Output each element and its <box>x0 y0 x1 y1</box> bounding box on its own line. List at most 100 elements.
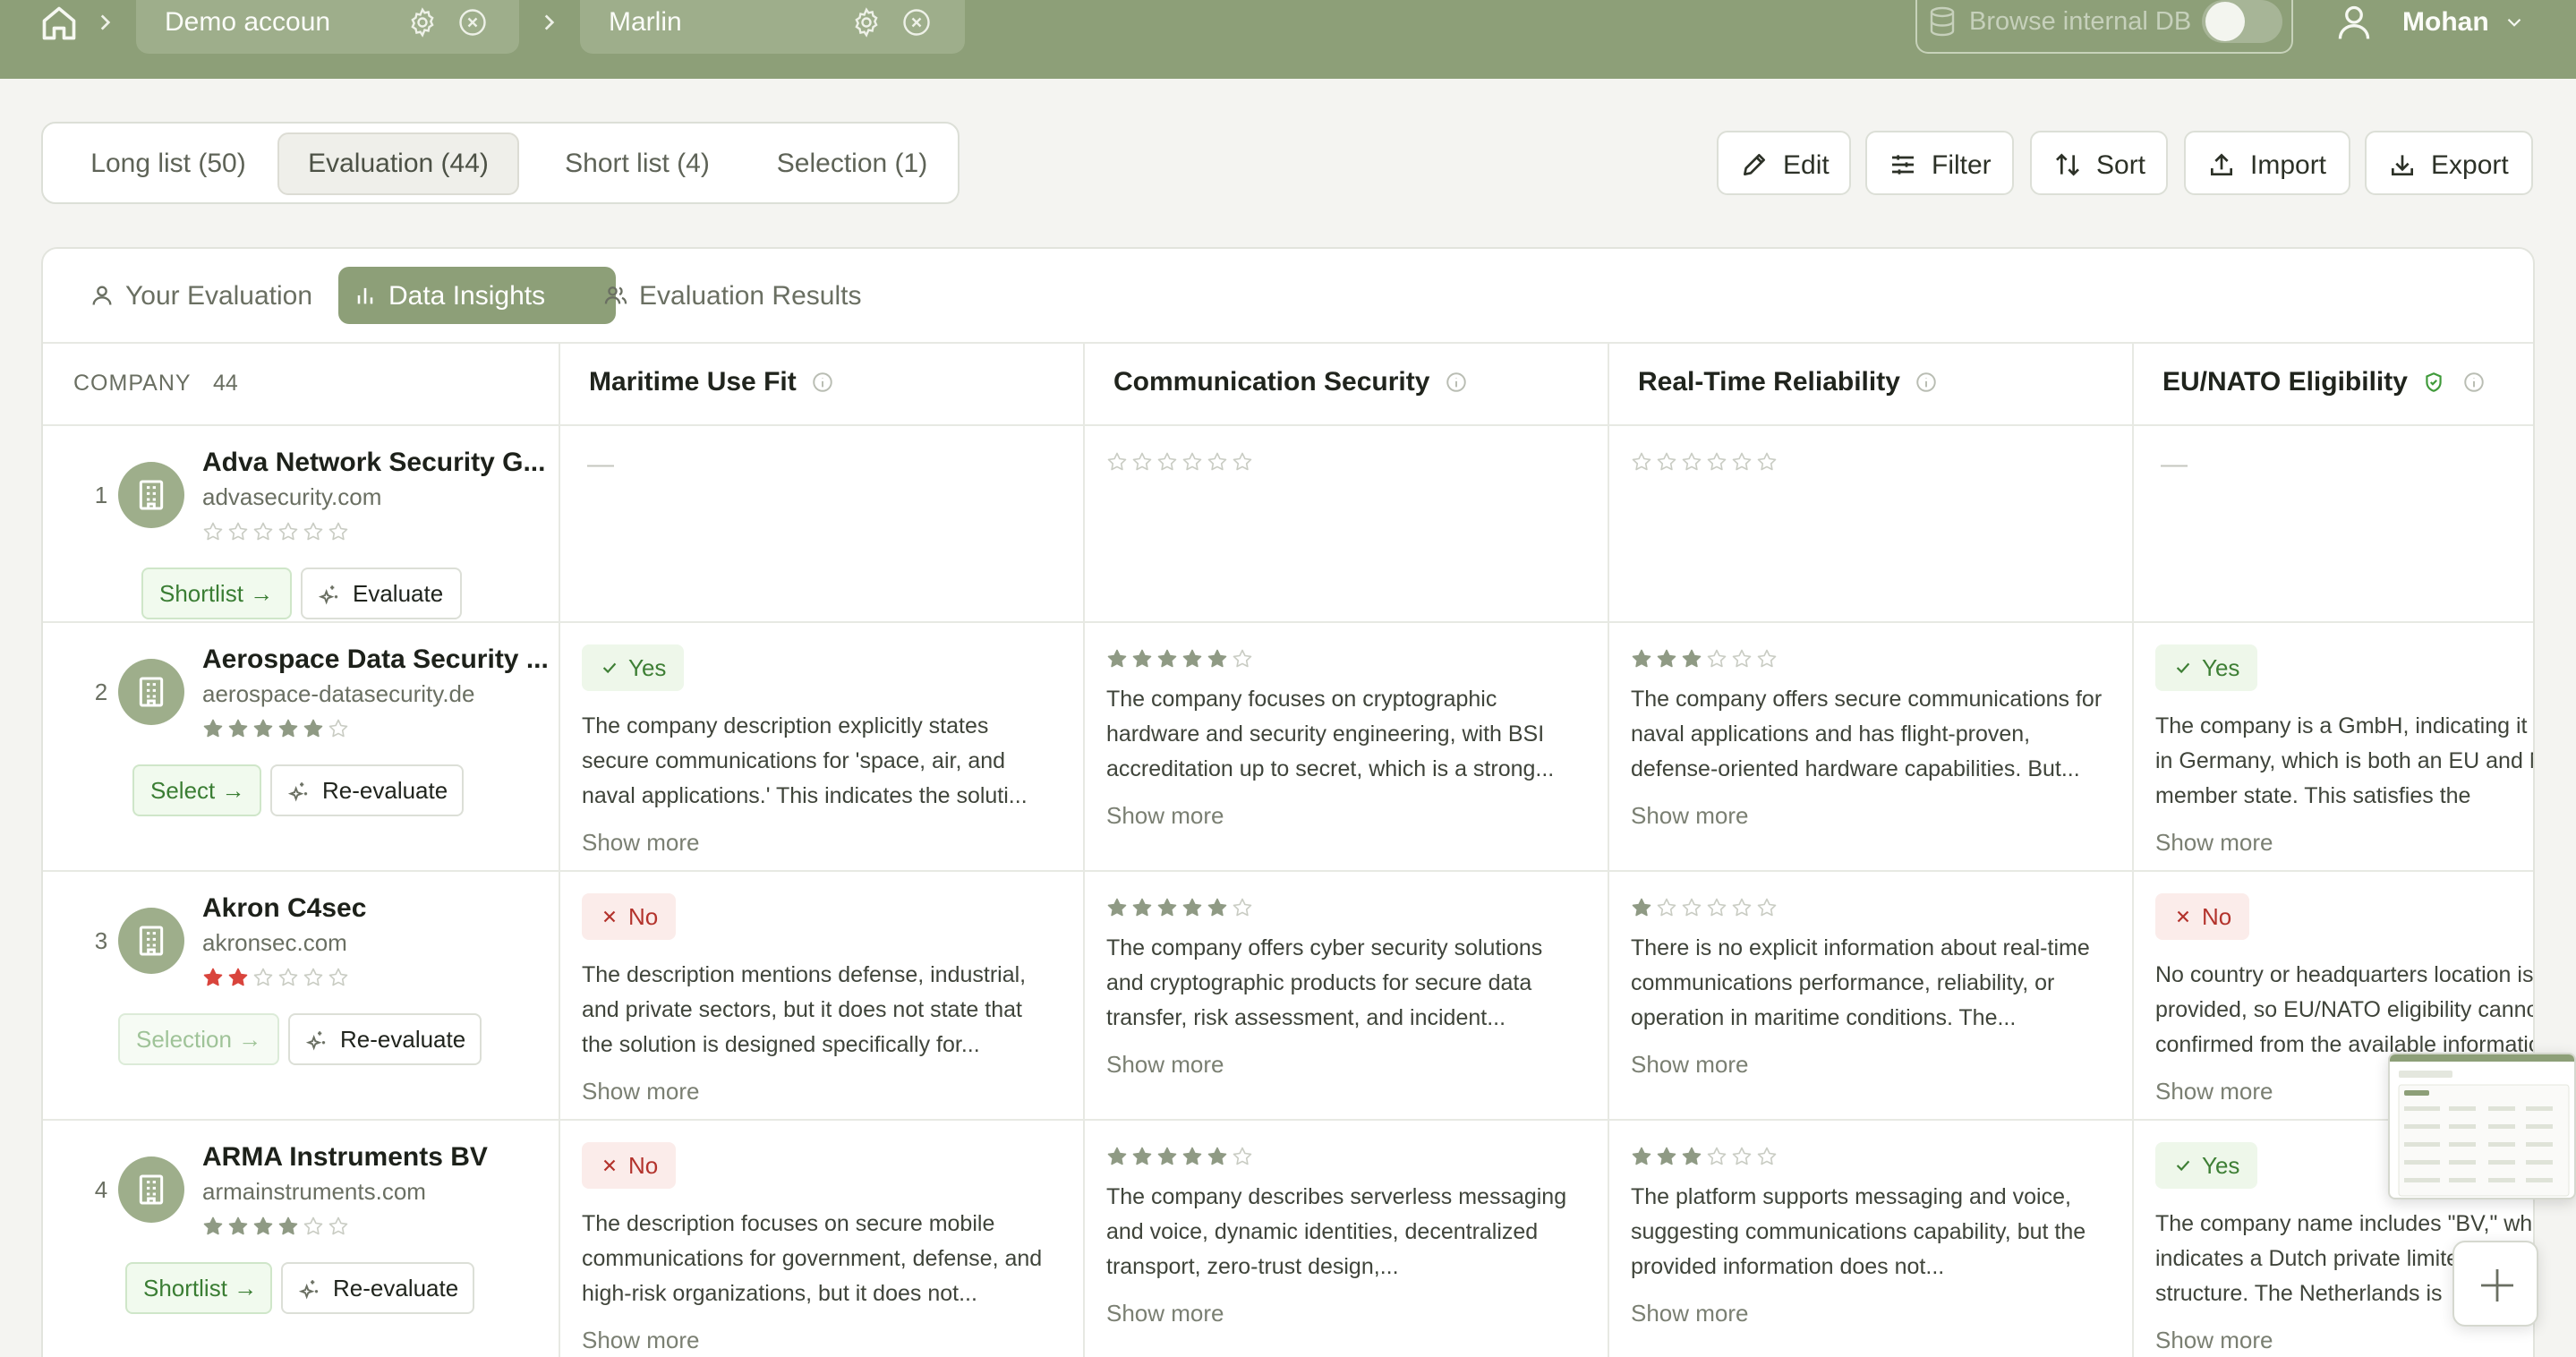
company-count: 44 <box>213 371 238 396</box>
close-circle-icon[interactable] <box>456 6 489 38</box>
yes-badge: Yes <box>582 644 685 691</box>
star-icon <box>1682 1147 1702 1165</box>
star-icon <box>203 968 223 986</box>
show-more-link[interactable]: Show more <box>1106 1300 1224 1327</box>
evaluate-label: Re-evaluate <box>333 1275 459 1302</box>
column-header-eu-nato-eligibility[interactable]: EU/NATO Eligibility <box>2162 367 2486 403</box>
tab-evaluation[interactable]: Evaluation (44) <box>277 132 519 195</box>
upload-icon <box>2211 153 2232 175</box>
edit-button[interactable]: Edit <box>1717 131 1851 195</box>
info-icon[interactable] <box>1915 371 1938 394</box>
show-more-link[interactable]: Show more <box>582 1327 700 1354</box>
tab-selection[interactable]: Selection (1) <box>752 132 952 195</box>
company-domain[interactable]: aerospace-datasecurity.de <box>202 680 474 708</box>
criterion-rating <box>1106 897 1257 918</box>
star-icon <box>1732 649 1752 668</box>
company-name[interactable]: ARMA Instruments BV <box>202 1142 488 1173</box>
user-icon[interactable] <box>2334 2 2374 43</box>
column-header-maritime-use-fit[interactable]: Maritime Use Fit <box>589 367 834 403</box>
evaluate-button[interactable]: Re-evaluate <box>270 764 464 816</box>
info-icon[interactable] <box>811 371 834 394</box>
info-icon[interactable] <box>1445 371 1468 394</box>
tab-data-insights[interactable]: Data Insights <box>338 267 616 324</box>
pencil-icon <box>1744 154 1765 175</box>
evaluate-button[interactable]: Re-evaluate <box>288 1013 482 1065</box>
company-rating[interactable] <box>202 521 353 542</box>
sparkle-icon <box>288 782 308 802</box>
criterion-description: The company offers cyber security soluti… <box>1106 935 1543 1030</box>
filter-button[interactable]: Filter <box>1865 131 2014 195</box>
star-icon <box>203 1216 223 1235</box>
chevron-down-icon[interactable] <box>2503 11 2526 34</box>
company-rating[interactable] <box>202 967 353 988</box>
x-icon <box>2177 910 2189 923</box>
star-icon <box>228 522 248 541</box>
show-more-link[interactable]: Show more <box>2155 1078 2273 1105</box>
company-name[interactable]: Aerospace Data Security ... <box>202 644 549 675</box>
rank-number: 4 <box>94 1176 108 1203</box>
gear-icon[interactable] <box>850 6 883 38</box>
sort-button[interactable]: Sort <box>2030 131 2168 195</box>
status-button[interactable]: Select → <box>132 764 261 816</box>
home-icon[interactable] <box>39 4 79 43</box>
show-more-link[interactable]: Show more <box>582 829 700 857</box>
breadcrumb-item[interactable]: Demo accoun <box>136 0 519 54</box>
tab-evaluation-results[interactable]: Evaluation Results <box>589 267 911 324</box>
status-button[interactable]: Selection → <box>118 1013 279 1065</box>
company-domain[interactable]: armainstruments.com <box>202 1178 426 1206</box>
breadcrumb-label: Marlin <box>609 7 682 37</box>
company-name[interactable]: Akron C4sec <box>202 893 366 924</box>
building-icon <box>139 1174 164 1205</box>
add-button[interactable] <box>2452 1241 2538 1327</box>
company-column-header[interactable]: COMPANY <box>73 371 192 397</box>
star-icon <box>1707 898 1727 917</box>
show-more-link[interactable]: Show more <box>582 1078 700 1105</box>
status-button[interactable]: Shortlist → <box>125 1262 272 1314</box>
company-name[interactable]: Adva Network Security G... <box>202 448 545 478</box>
column-header-real-time-reliability[interactable]: Real-Time Reliability <box>1638 367 1938 403</box>
column-divider <box>2132 344 2134 1357</box>
status-button[interactable]: Shortlist → <box>141 568 292 619</box>
show-more-link[interactable]: Show more <box>1106 1051 1224 1079</box>
evaluate-button[interactable]: Re-evaluate <box>281 1262 474 1314</box>
badge-label: Yes <box>2202 1152 2240 1179</box>
show-more-link[interactable]: Show more <box>1631 1051 1749 1079</box>
x-icon <box>603 910 616 923</box>
gear-icon[interactable] <box>406 6 439 38</box>
criterion-description: The platform supports messaging and voic… <box>1631 1184 2086 1279</box>
import-button[interactable]: Import <box>2184 131 2350 195</box>
evaluate-button[interactable]: Evaluate <box>301 568 462 619</box>
chevron-right-icon <box>544 14 555 30</box>
browse-db-toggle[interactable] <box>2202 0 2282 43</box>
page-minimap[interactable] <box>2388 1053 2576 1199</box>
criterion-description: The company offers secure communications… <box>1631 687 2103 781</box>
star-icon <box>1632 649 1651 668</box>
close-circle-icon[interactable] <box>900 6 933 38</box>
column-header-communication-security[interactable]: Communication Security <box>1113 367 1468 403</box>
breadcrumb-item[interactable]: Marlin <box>580 0 965 54</box>
show-more-link[interactable]: Show more <box>1106 802 1224 830</box>
sparkle-icon <box>319 585 338 605</box>
rank-number: 1 <box>94 482 108 508</box>
tab-short-list[interactable]: Short list (4) <box>530 132 745 195</box>
star-icon <box>1233 1147 1252 1165</box>
show-more-link[interactable]: Show more <box>2155 1327 2273 1354</box>
show-more-link[interactable]: Show more <box>1631 1300 1749 1327</box>
star-icon <box>1657 649 1676 668</box>
user-name[interactable]: Mohan <box>2402 7 2489 38</box>
tab-long-list[interactable]: Long list (50) <box>59 132 277 195</box>
criterion-description: The company focuses on cryptographic har… <box>1106 687 1555 781</box>
company-rating[interactable] <box>202 1216 353 1237</box>
export-button[interactable]: Export <box>2365 131 2533 195</box>
company-domain[interactable]: akronsec.com <box>202 929 347 957</box>
company-domain[interactable]: advasecurity.com <box>202 483 381 511</box>
company-rating[interactable] <box>202 718 353 739</box>
divider <box>43 621 2533 623</box>
company-avatar <box>118 1156 184 1223</box>
tab-your-evaluation[interactable]: Your Evaluation <box>75 267 367 324</box>
show-more-link[interactable]: Show more <box>1631 802 1749 830</box>
star-icon <box>1233 452 1252 471</box>
browse-internal-db: Browse internal DB <box>1915 0 2293 54</box>
show-more-link[interactable]: Show more <box>2155 829 2273 857</box>
info-icon[interactable] <box>2462 371 2486 394</box>
